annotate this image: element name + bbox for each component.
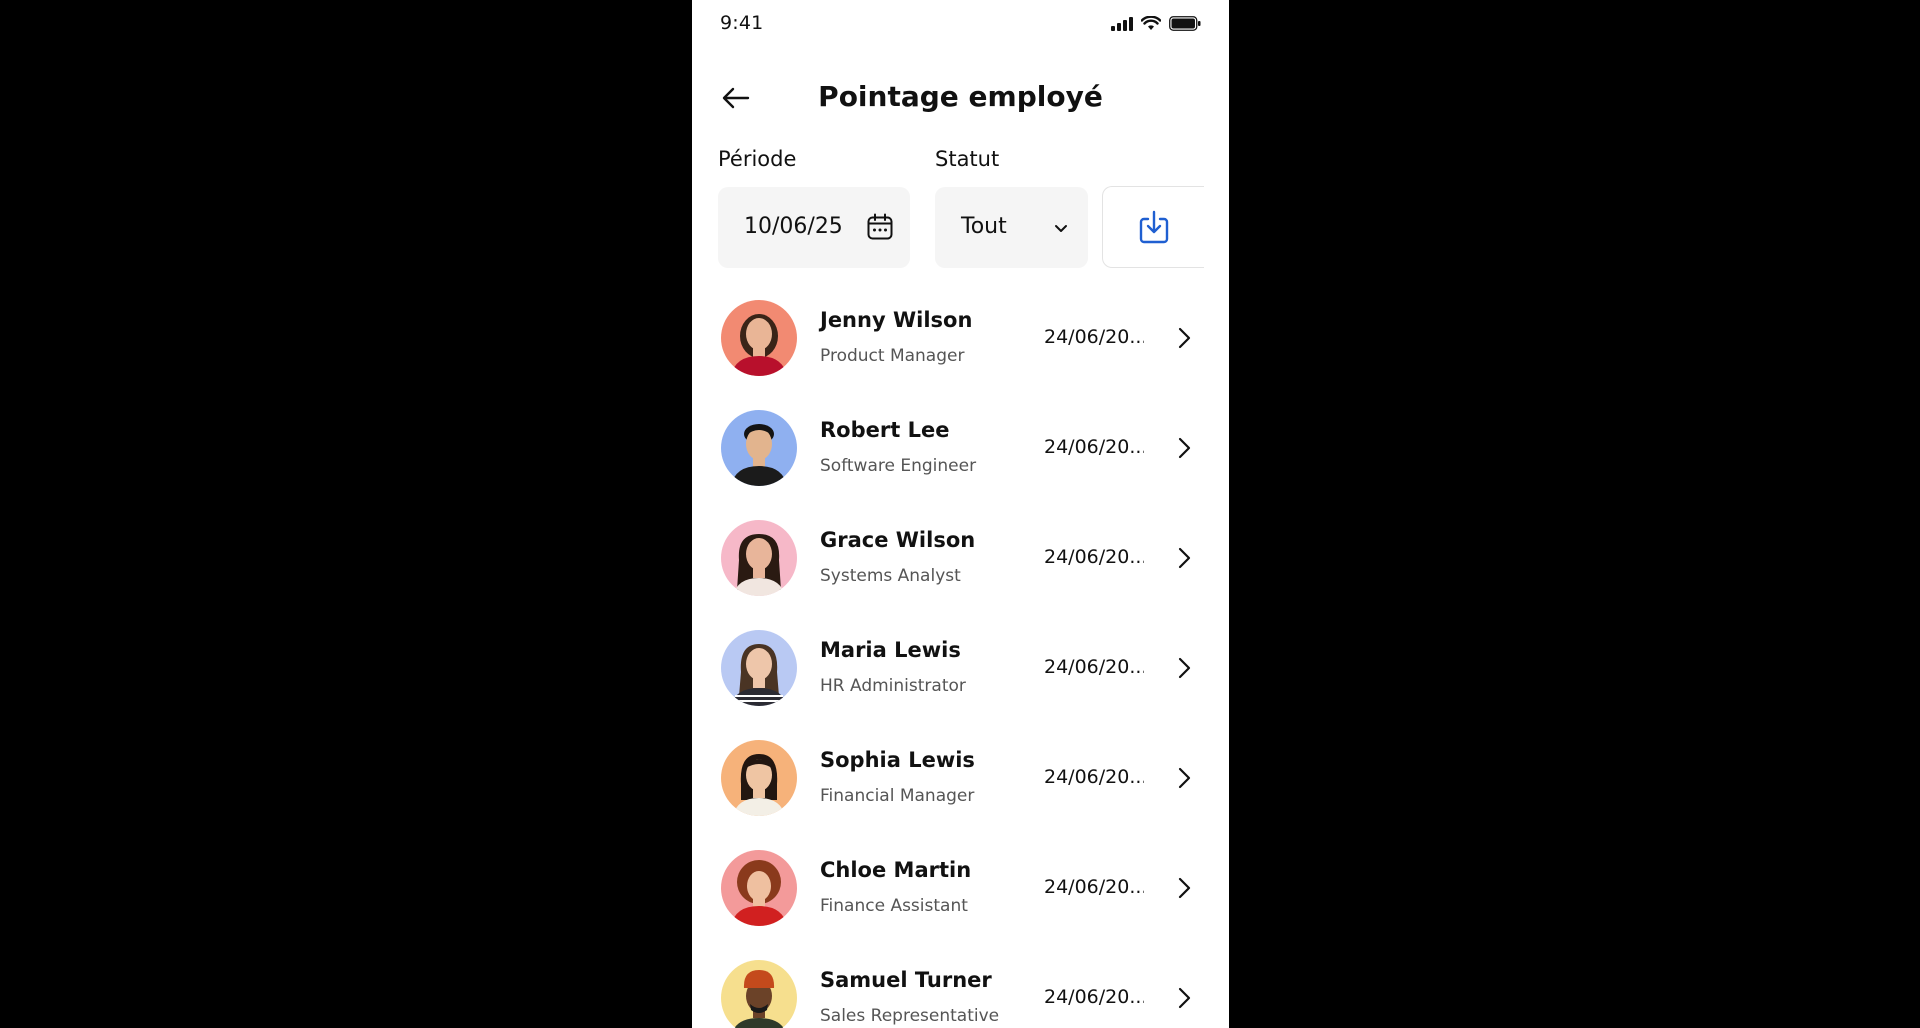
employee-role: Product Manager: [820, 346, 965, 366]
chevron-right-icon[interactable]: [1172, 656, 1196, 680]
employee-list: Jenny Wilson Product Manager 24/06/20...…: [692, 294, 1229, 1028]
employee-date: 24/06/20...: [1044, 546, 1144, 568]
period-date-field[interactable]: 10/06/25: [718, 187, 910, 268]
chevron-right-icon[interactable]: [1172, 986, 1196, 1010]
chevron-right-icon[interactable]: [1172, 436, 1196, 460]
avatar-image: [721, 740, 797, 816]
employee-date: 24/06/20...: [1044, 656, 1144, 678]
avatar: [721, 300, 797, 376]
chevron-right-icon[interactable]: [1172, 876, 1196, 900]
employee-date: 24/06/20...: [1044, 436, 1144, 458]
battery-icon: [1169, 16, 1201, 31]
avatar-image: [721, 850, 797, 926]
avatar: [721, 630, 797, 706]
employee-name: Jenny Wilson: [820, 308, 973, 332]
status-bar: 9:41: [692, 0, 1229, 50]
avatar: [721, 740, 797, 816]
employee-date: 24/06/20...: [1044, 986, 1144, 1008]
employee-name: Sophia Lewis: [820, 748, 975, 772]
chevron-right-icon[interactable]: [1172, 546, 1196, 570]
employee-row[interactable]: Chloe Martin Finance Assistant 24/06/20.…: [692, 844, 1229, 954]
chevron-down-icon: [1055, 225, 1067, 232]
wifi-icon: [1141, 16, 1161, 30]
signal-icon: [1111, 16, 1133, 31]
employee-role: HR Administrator: [820, 676, 966, 696]
employee-name: Samuel Turner: [820, 968, 992, 992]
employee-role: Finance Assistant: [820, 896, 968, 916]
employee-role: Software Engineer: [820, 456, 977, 476]
employee-date: 24/06/20...: [1044, 876, 1144, 898]
period-date-value: 10/06/25: [744, 214, 843, 239]
period-label: Période: [718, 147, 797, 171]
employee-name: Robert Lee: [820, 418, 950, 442]
status-select-value: Tout: [961, 214, 1007, 239]
download-button[interactable]: [1102, 186, 1204, 268]
avatar: [721, 410, 797, 486]
employee-name: Maria Lewis: [820, 638, 961, 662]
employee-name: Grace Wilson: [820, 528, 976, 552]
employee-date: 24/06/20...: [1044, 326, 1144, 348]
employee-role: Systems Analyst: [820, 566, 961, 586]
employee-row[interactable]: Grace Wilson Systems Analyst 24/06/20...: [692, 514, 1229, 624]
employee-row[interactable]: Robert Lee Software Engineer 24/06/20...: [692, 404, 1229, 514]
employee-row[interactable]: Maria Lewis HR Administrator 24/06/20...: [692, 624, 1229, 734]
download-icon: [1139, 210, 1169, 244]
phone-screen: 9:41 Pointage employé Période Statut 10/…: [692, 0, 1229, 1028]
employee-date: 24/06/20...: [1044, 766, 1144, 788]
avatar-image: [721, 960, 797, 1028]
avatar-image: [721, 520, 797, 596]
status-select[interactable]: Tout: [935, 187, 1088, 268]
employee-role: Sales Representative: [820, 1006, 1000, 1026]
avatar-image: [721, 410, 797, 486]
calendar-icon[interactable]: [866, 213, 894, 241]
avatar: [721, 850, 797, 926]
avatar: [721, 520, 797, 596]
employee-name: Chloe Martin: [820, 858, 972, 882]
employee-role: Financial Manager: [820, 786, 975, 806]
chevron-right-icon[interactable]: [1172, 766, 1196, 790]
header: Pointage employé: [692, 72, 1229, 124]
status-label: Statut: [935, 147, 1000, 171]
avatar: [721, 960, 797, 1028]
page-title: Pointage employé: [818, 80, 1103, 113]
chevron-right-icon[interactable]: [1172, 326, 1196, 350]
employee-row[interactable]: Jenny Wilson Product Manager 24/06/20...: [692, 294, 1229, 404]
status-icons: [1111, 16, 1201, 31]
status-time: 9:41: [720, 12, 764, 34]
employee-row[interactable]: Samuel Turner Sales Representative 24/06…: [692, 954, 1229, 1028]
employee-row[interactable]: Sophia Lewis Financial Manager 24/06/20.…: [692, 734, 1229, 844]
avatar-image: [721, 300, 797, 376]
avatar-image: [721, 630, 797, 706]
